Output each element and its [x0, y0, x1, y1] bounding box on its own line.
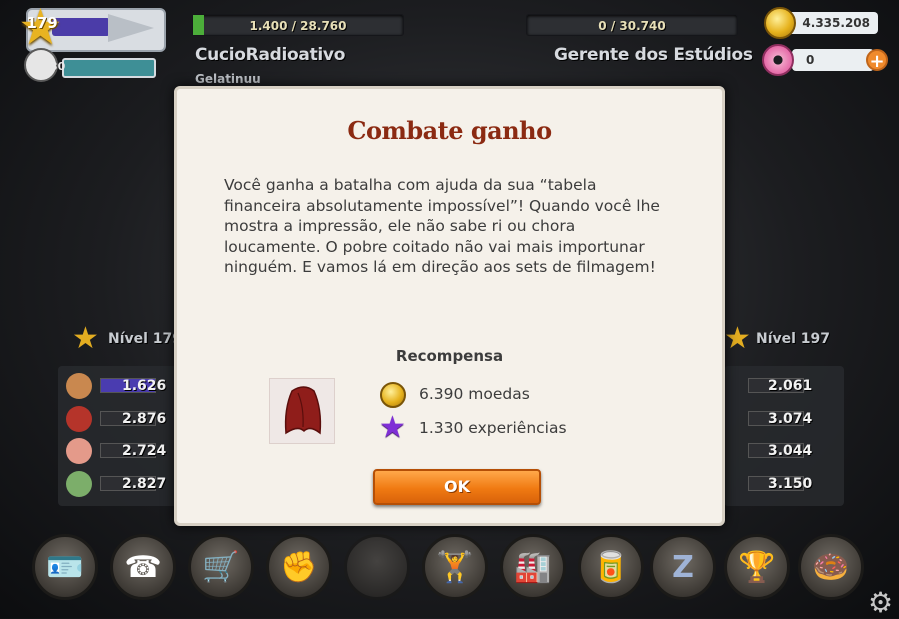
- shop-button[interactable]: 🛒: [188, 534, 254, 600]
- coin-balance: 4.335.208: [786, 12, 878, 34]
- id-card-icon: 🪪: [46, 549, 84, 585]
- stat-value: 2.724: [122, 443, 167, 459]
- player-subtitle: Gelatinuu: [195, 72, 261, 86]
- phone-icon: ☎: [124, 549, 162, 585]
- red-cloak-icon: [284, 386, 322, 435]
- stat-value: 3.044: [768, 443, 813, 459]
- shopping-cart-icon: 🛒: [202, 549, 240, 585]
- arrow-icon: [108, 14, 154, 42]
- stat-value: 2.876: [122, 411, 167, 427]
- studio-button[interactable]: 🏭: [500, 534, 566, 600]
- ok-button[interactable]: OK: [373, 469, 541, 505]
- player-progress-bar: 1.400 / 28.760: [192, 14, 404, 36]
- combat-won-dialog: Combate ganho Você ganha a batalha com a…: [174, 86, 725, 526]
- level-star-icon: ★: [724, 321, 751, 356]
- coin-icon: [764, 7, 796, 39]
- id-card-button[interactable]: 🪪: [32, 534, 98, 600]
- stat-value: 3.150: [768, 476, 813, 492]
- player-name: CucioRadioativo: [195, 45, 346, 65]
- phone-button[interactable]: ☎: [110, 534, 176, 600]
- stat-value: 3.074: [768, 411, 813, 427]
- dialog-body: Você ganha a batalha com ajuda da sua “t…: [224, 176, 660, 276]
- fist-icon: ✊: [280, 549, 318, 585]
- avatar-level: 30: [50, 60, 66, 73]
- xp-star-icon: ★: [379, 410, 406, 445]
- film-studio-icon: 🏭: [514, 549, 552, 585]
- reward-item-image: [269, 378, 335, 444]
- enemy-progress-bar: 0 / 30.740: [526, 14, 738, 36]
- eye-icon: [66, 471, 92, 497]
- trophy-button[interactable]: 🏆: [724, 534, 790, 600]
- trophy-icon: 🏆: [738, 549, 776, 585]
- donut-balance: 0: [792, 49, 874, 71]
- brain-icon: [66, 438, 92, 464]
- muscle-icon: [66, 373, 92, 399]
- left-level-label: Nível 179: [108, 331, 183, 347]
- player-energy-bar: [62, 58, 156, 78]
- z-badge-icon: Z: [672, 549, 694, 585]
- reward-title: Recompensa: [395, 347, 504, 365]
- fight-button[interactable]: ✊: [266, 534, 332, 600]
- stat-value: 2.061: [768, 378, 813, 394]
- stat-value: 1.626: [122, 378, 167, 394]
- player-progress-fill: [193, 15, 204, 35]
- donut-box-icon: 🍩: [812, 549, 850, 585]
- dialog-title: Combate ganho: [347, 116, 552, 145]
- helmet-icon: [66, 406, 92, 432]
- settings-gear-icon[interactable]: ⚙: [868, 586, 893, 619]
- donut-icon: [762, 44, 794, 76]
- donut-shop-button[interactable]: 🍩: [798, 534, 864, 600]
- enemy-name: Gerente dos Estúdios: [554, 45, 753, 65]
- stat-value: 2.827: [122, 476, 167, 492]
- reward-coins-text: 6.390 moedas: [419, 385, 530, 403]
- training-button[interactable]: 🏋: [422, 534, 488, 600]
- player-level: 179: [26, 14, 58, 32]
- enemy-progress-text: 0 / 30.740: [598, 19, 666, 33]
- energy-can-icon: 🥫: [592, 549, 630, 585]
- add-donuts-button[interactable]: +: [866, 49, 888, 72]
- empty-slot-button: [344, 534, 410, 600]
- right-level-label: Nível 197: [756, 331, 831, 347]
- z-badge-button[interactable]: Z: [650, 534, 716, 600]
- dumbbell-icon: 🏋: [436, 549, 474, 585]
- reward-xp-text: 1.330 experiências: [419, 419, 567, 437]
- level-star-icon: ★: [72, 321, 99, 356]
- energy-button[interactable]: 🥫: [578, 534, 644, 600]
- player-progress-text: 1.400 / 28.760: [249, 19, 347, 33]
- coin-icon: [380, 382, 406, 408]
